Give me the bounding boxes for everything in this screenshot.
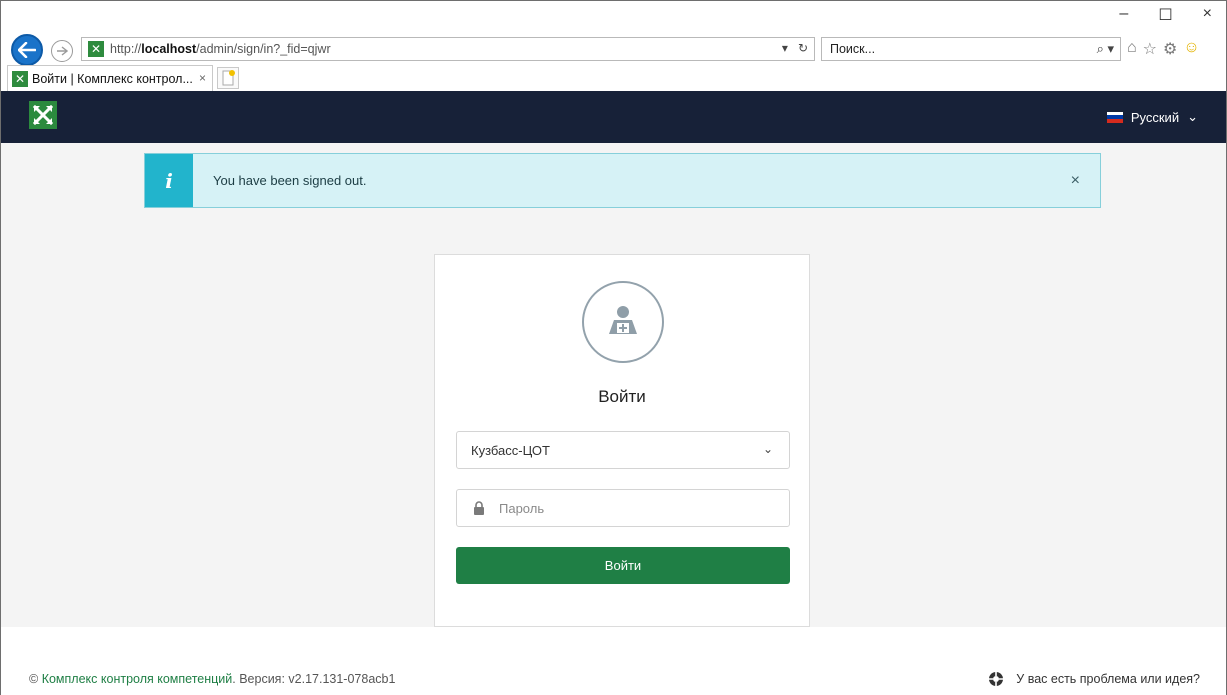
new-tab-button[interactable] (217, 67, 239, 89)
product-link[interactable]: Комплекс контроля компетенций (42, 672, 233, 686)
window-controls: – ☐ × (1119, 5, 1212, 25)
alert-close-button[interactable]: × (1071, 172, 1080, 190)
user-id-icon (609, 306, 637, 334)
language-label: Русский (1130, 109, 1180, 125)
arrows-logo-icon (32, 104, 54, 126)
help-text: У вас есть проблема или идея? (1016, 672, 1200, 686)
browser-toolbar-icons: ⌂ ☆ ⚙ ☺ (1127, 39, 1200, 59)
search-bar[interactable]: Поиск... ⌕ ▾ (821, 37, 1121, 61)
signed-out-alert: i You have been signed out. × (144, 153, 1101, 208)
main-content: i You have been signed out. × Войти Кузб… (1, 143, 1226, 627)
language-selector[interactable]: Русский ⌄ (1106, 109, 1198, 125)
close-window-button[interactable]: × (1203, 5, 1212, 25)
gear-icon[interactable]: ⚙ (1163, 39, 1177, 59)
arrow-left-icon (18, 42, 36, 58)
user-avatar (582, 281, 664, 363)
address-row: ✕ http://localhost/admin/sign/in?_fid=qj… (7, 34, 1226, 66)
browser-window: – ☐ × ✕ http://localhost/admin/sign/in?_… (0, 0, 1227, 695)
alert-message: You have been signed out. (213, 173, 367, 188)
tab-title: Войти | Комплекс контрол... (32, 71, 193, 86)
browser-titlebar: – ☐ × ✕ http://localhost/admin/sign/in?_… (1, 1, 1226, 66)
chevron-down-icon: ⌄ (1187, 109, 1198, 124)
back-button[interactable] (11, 34, 43, 66)
organization-select[interactable]: Кузбасс-ЦОТ ⌄ (456, 431, 790, 469)
login-title: Войти (598, 387, 646, 406)
password-field[interactable] (456, 489, 790, 527)
search-input[interactable]: Поиск... (830, 42, 875, 56)
copyright-symbol: © (29, 672, 39, 686)
lifebuoy-icon (989, 672, 1004, 686)
tab-active[interactable]: ✕ Войти | Комплекс контрол... × (7, 65, 213, 91)
organization-value: Кузбасс-ЦОТ (471, 442, 550, 458)
star-icon[interactable]: ☆ (1143, 39, 1157, 59)
url-dropdown-icon[interactable]: ▾ (782, 41, 788, 55)
site-favicon-icon: ✕ (88, 41, 104, 57)
chevron-down-icon: ⌄ (762, 442, 773, 456)
version-text: . Версия: v2.17.131-078acb1 (232, 672, 396, 686)
footer-copyright: © Комплекс контроля компетенций. Версия:… (29, 672, 395, 686)
address-bar[interactable]: ✕ http://localhost/admin/sign/in?_fid=qj… (81, 37, 815, 61)
minimize-button[interactable]: – (1119, 5, 1128, 25)
arrow-right-icon (57, 46, 68, 56)
help-link[interactable]: У вас есть проблема или идея? (988, 671, 1200, 687)
smiley-icon[interactable]: ☺ (1183, 39, 1199, 59)
tab-strip: ✕ Войти | Комплекс контрол... × (7, 65, 1226, 91)
tab-favicon-icon: ✕ (12, 70, 28, 87)
address-controls: ▾ ↻ (782, 41, 808, 55)
home-icon[interactable]: ⌂ (1127, 39, 1137, 59)
info-icon: i (145, 154, 193, 207)
login-card: Войти Кузбасс-ЦОТ ⌄ Войти (434, 254, 810, 627)
lock-icon (474, 501, 484, 515)
url-text[interactable]: http://localhost/admin/sign/in?_fid=qjwr (110, 42, 331, 56)
app-logo[interactable] (29, 101, 57, 129)
new-tab-icon (222, 70, 235, 86)
password-input[interactable] (499, 500, 759, 516)
page-footer: © Комплекс контроля компетенций. Версия:… (1, 667, 1226, 695)
maximize-button[interactable]: ☐ (1158, 5, 1172, 25)
forward-button[interactable] (51, 40, 73, 62)
search-icon[interactable]: ⌕ ▾ (1097, 41, 1114, 57)
refresh-icon[interactable]: ↻ (798, 41, 808, 55)
app-header: Русский ⌄ (1, 91, 1226, 143)
login-button[interactable]: Войти (456, 547, 790, 584)
russian-flag-icon (1106, 111, 1123, 123)
tab-close-icon[interactable]: × (199, 71, 206, 85)
